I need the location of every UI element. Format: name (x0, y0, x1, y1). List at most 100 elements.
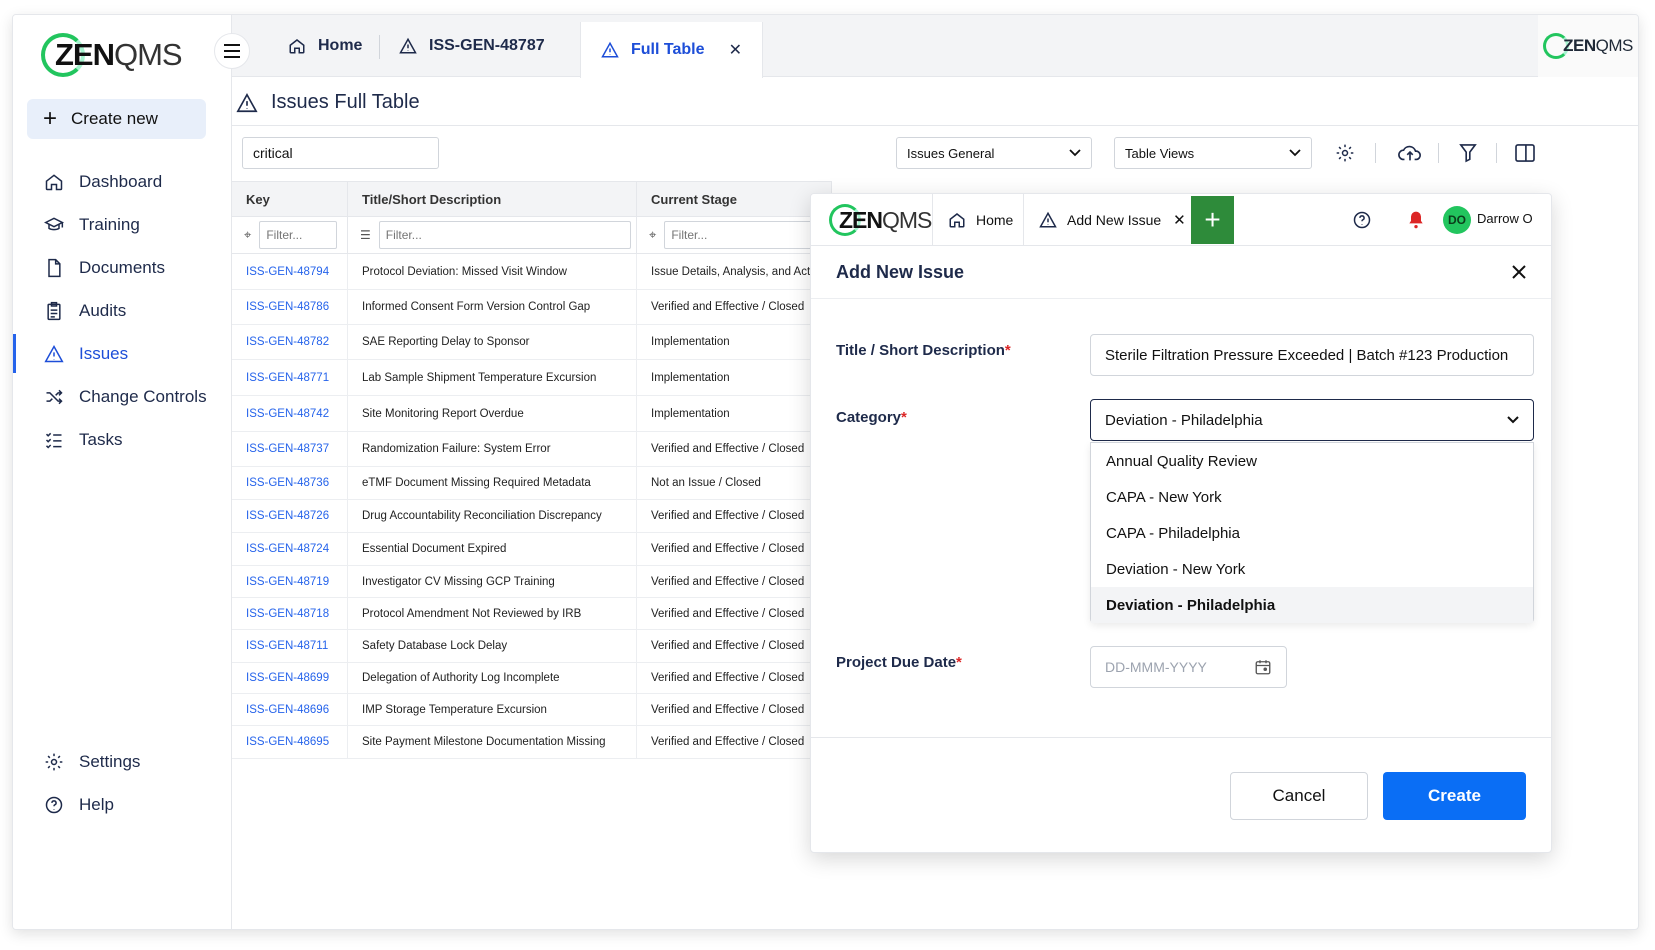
tab-bar: Home ISS-GEN-48787 Full Table ✕ ZENQMS (214, 15, 1638, 78)
sidebar-item-label: Change Controls (79, 386, 207, 406)
table-row[interactable]: ISS-GEN-48786 Informed Consent Form Versi… (232, 290, 832, 325)
key-filter-input[interactable] (259, 221, 338, 249)
issue-key-link[interactable]: ISS-GEN-48737 (232, 432, 348, 466)
table-row[interactable]: ISS-GEN-48794 Protocol Deviation: Missed … (232, 254, 832, 290)
user-name[interactable]: Darrow O (1477, 211, 1533, 226)
chevron-down-icon (1507, 416, 1519, 424)
issue-stage-cell: Not an Issue / Closed (637, 467, 832, 499)
close-icon (1512, 265, 1526, 279)
table-row[interactable]: ISS-GEN-48718 Protocol Amendment Not Revi… (232, 598, 832, 630)
category-select[interactable]: Deviation - Philadelphia (1090, 399, 1534, 441)
title-filter-input[interactable] (378, 221, 631, 249)
settings-button[interactable] (1332, 140, 1358, 166)
create-button[interactable]: Create (1383, 772, 1526, 820)
column-header-title[interactable]: Title/Short Description (348, 182, 637, 216)
table-row[interactable]: ISS-GEN-48699 Delegation of Authority Log… (232, 663, 832, 694)
filter-cell: ☰ (348, 217, 637, 253)
tab-iss-gen-48787[interactable]: ISS-GEN-48787 (399, 15, 545, 77)
table-row[interactable]: ISS-GEN-48782 SAE Reporting Delay to Spon… (232, 325, 832, 360)
issue-key-link[interactable]: ISS-GEN-48794 (232, 254, 348, 289)
issue-key-link[interactable]: ISS-GEN-48696 (232, 694, 348, 725)
table-views-select[interactable]: Table Views (1114, 137, 1312, 169)
new-tab-button[interactable]: + (1191, 196, 1234, 244)
export-button[interactable] (1395, 140, 1425, 166)
notifications-button[interactable] (1404, 208, 1428, 232)
sidebar-item-dashboard[interactable]: Dashboard (13, 160, 232, 203)
divider (811, 737, 1551, 738)
crosshair-icon[interactable]: ⌖ (649, 227, 656, 243)
table-row[interactable]: ISS-GEN-48724 Essential Document Expired V… (232, 533, 832, 566)
dropdown-option[interactable]: CAPA - Philadelphia (1091, 515, 1533, 551)
close-icon[interactable]: ✕ (1173, 211, 1186, 229)
issue-title-cell: eTMF Document Missing Required Metadata (348, 467, 637, 499)
issue-key-link[interactable]: ISS-GEN-48782 (232, 325, 348, 359)
tab-full-table[interactable]: Full Table ✕ (580, 22, 763, 78)
columns-button[interactable] (1512, 140, 1538, 166)
tab-label: Home (976, 212, 1014, 228)
dropdown-option-selected[interactable]: Deviation - Philadelphia (1091, 587, 1533, 623)
filter-options-icon[interactable]: ☰ (360, 228, 371, 242)
issue-key-link[interactable]: ISS-GEN-48726 (232, 500, 348, 532)
close-icon[interactable]: ✕ (729, 40, 742, 60)
dropdown-option[interactable]: CAPA - New York (1091, 479, 1533, 515)
issue-key-link[interactable]: ISS-GEN-48695 (232, 726, 348, 758)
due-date-field-label: Project Due Date* (836, 654, 962, 671)
table-row[interactable]: ISS-GEN-48711 Safety Database Lock Delay V… (232, 630, 832, 663)
table-row[interactable]: ISS-GEN-48719 Investigator CV Missing GCP… (232, 566, 832, 598)
dropdown-option[interactable]: Annual Quality Review (1091, 443, 1533, 479)
sidebar-item-help[interactable]: Help (13, 783, 232, 826)
issue-key-link[interactable]: ISS-GEN-48718 (232, 598, 348, 629)
sidebar-item-settings[interactable]: Settings (13, 740, 232, 783)
tab-home[interactable]: Home (288, 15, 362, 77)
dropdown-option[interactable]: Deviation - New York (1091, 551, 1533, 587)
sidebar-item-training[interactable]: Training (13, 203, 232, 246)
issues-table: Key Title/Short Description Current Stag… (232, 181, 832, 759)
create-new-button[interactable]: + Create new (27, 99, 206, 139)
modal-tab-add-new-issue[interactable]: Add New Issue ✕ (1039, 194, 1186, 246)
issue-key-link[interactable]: ISS-GEN-48736 (232, 467, 348, 499)
help-button[interactable] (1350, 208, 1374, 232)
issue-key-link[interactable]: ISS-GEN-48771 (232, 360, 348, 395)
issue-key-link[interactable]: ISS-GEN-48724 (232, 533, 348, 565)
sidebar-item-issues[interactable]: Issues (13, 332, 232, 375)
create-new-label: Create new (71, 109, 158, 128)
modal-close-button[interactable] (1507, 260, 1531, 284)
table-row[interactable]: ISS-GEN-48771 Lab Sample Shipment Tempera… (232, 360, 832, 396)
issue-key-link[interactable]: ISS-GEN-48786 (232, 290, 348, 324)
title-input[interactable] (1090, 334, 1534, 376)
table-row[interactable]: ISS-GEN-48737 Randomization Failure: Syst… (232, 432, 832, 467)
sidebar-item-label: Help (79, 794, 114, 814)
sidebar-item-audits[interactable]: Audits (13, 289, 232, 332)
sidebar-item-documents[interactable]: Documents (13, 246, 232, 289)
issue-key-link[interactable]: ISS-GEN-48711 (232, 630, 348, 662)
sidebar-item-tasks[interactable]: Tasks (13, 418, 232, 461)
search-input[interactable] (253, 145, 434, 161)
app-logo[interactable]: ZENQMS (41, 27, 183, 83)
stage-filter-input[interactable] (664, 221, 825, 249)
filter-button[interactable] (1455, 140, 1481, 166)
column-header-key[interactable]: Key (232, 182, 348, 216)
sidebar-item-change-controls[interactable]: Change Controls (13, 375, 232, 418)
menu-toggle-button[interactable] (214, 33, 250, 69)
due-date-input[interactable]: DD-MMM-YYYY (1090, 646, 1287, 688)
avatar[interactable]: DO (1443, 206, 1471, 234)
modal-tab-home[interactable]: Home (948, 194, 1013, 246)
issue-stage-cell: Verified and Effective / Closed (637, 533, 832, 565)
table-row[interactable]: ISS-GEN-48695 Site Payment Milestone Docu… (232, 726, 832, 759)
table-row[interactable]: ISS-GEN-48696 IMP Storage Temperature Exc… (232, 694, 832, 726)
table-row[interactable]: ISS-GEN-48726 Drug Accountability Reconci… (232, 500, 832, 533)
table-row[interactable]: ISS-GEN-48742 Site Monitoring Report Over… (232, 396, 832, 432)
column-header-stage[interactable]: Current Stage (637, 182, 832, 216)
issues-view-select[interactable]: Issues General (896, 137, 1092, 169)
issue-key-link[interactable]: ISS-GEN-48699 (232, 663, 348, 693)
issue-key-link[interactable]: ISS-GEN-48742 (232, 396, 348, 431)
calendar-icon[interactable] (1254, 658, 1272, 676)
sidebar-item-label: Audits (79, 300, 127, 320)
issue-key-link[interactable]: ISS-GEN-48719 (232, 566, 348, 597)
cancel-button[interactable]: Cancel (1230, 772, 1368, 820)
crosshair-icon[interactable]: ⌖ (244, 227, 251, 243)
issue-stage-cell: Verified and Effective / Closed (637, 566, 832, 597)
table-search[interactable] (242, 137, 439, 169)
table-header: Key Title/Short Description Current Stag… (232, 181, 832, 217)
table-row[interactable]: ISS-GEN-48736 eTMF Document Missing Requi… (232, 467, 832, 500)
